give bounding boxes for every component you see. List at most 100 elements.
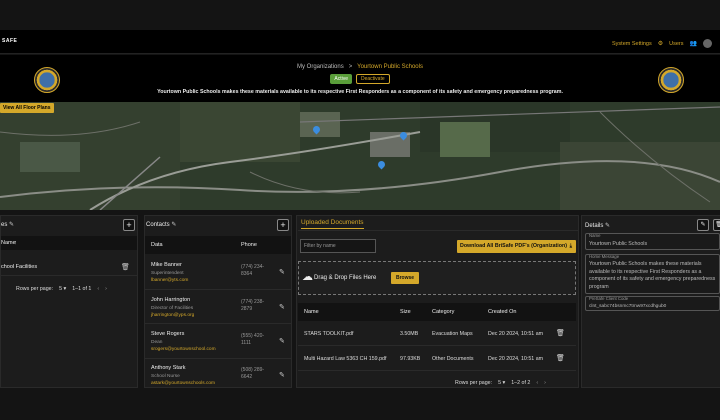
breadcrumb-separator: > bbox=[348, 64, 353, 70]
rows-per-page-label: Rows per page: bbox=[455, 380, 493, 386]
disclaimer-text: Yourtown Public Schools makes these mate… bbox=[157, 89, 563, 95]
column-size: Size bbox=[400, 309, 411, 315]
facilities-title-text: es bbox=[1, 222, 8, 228]
contact-name: Mike Banner bbox=[151, 262, 182, 268]
browse-button[interactable]: Browse bbox=[391, 272, 419, 284]
table-row[interactable]: Anthony Stark School Nurse astark@yourto… bbox=[145, 360, 291, 388]
contact-email[interactable]: lbanner@yts.com bbox=[151, 277, 188, 285]
column-phone: Phone bbox=[241, 242, 257, 248]
contact-phone: (774) 234- 8364 bbox=[241, 264, 265, 277]
system-settings-link[interactable]: System Settings bbox=[612, 41, 652, 47]
pencil-icon[interactable]: ✎ bbox=[9, 222, 14, 228]
contacts-title: Contacts ✎ bbox=[146, 221, 176, 228]
edit-details-button[interactable]: ✎ bbox=[697, 219, 709, 231]
document-category: Evacuation Maps bbox=[432, 331, 473, 337]
status-badges: Active Deactivate bbox=[0, 74, 720, 84]
next-page-button[interactable]: › bbox=[105, 286, 107, 292]
trash-icon[interactable]: 🗑 bbox=[556, 354, 565, 362]
contact-email[interactable]: jharrington@yps.org bbox=[151, 312, 194, 320]
users-icon[interactable]: 👥 bbox=[690, 40, 697, 47]
facilities-title: es ✎ bbox=[1, 221, 14, 228]
satellite-map[interactable] bbox=[0, 102, 720, 210]
brand-logo[interactable]: SAFE bbox=[2, 38, 17, 44]
rows-per-page-select[interactable]: 5 ▾ bbox=[498, 380, 505, 386]
filter-by-name-input[interactable]: Filter by name bbox=[300, 239, 376, 253]
client-code-field[interactable]: PreSafe Client Code clnt_sabc74bsnmc7tmw… bbox=[585, 296, 720, 311]
contacts-table-header: Data Phone bbox=[145, 236, 291, 254]
table-row[interactable]: chool Facilities 🗑 bbox=[1, 260, 137, 276]
home-message-label: Home Message bbox=[589, 254, 620, 259]
avatar[interactable] bbox=[703, 39, 712, 48]
column-created-on: Created On bbox=[488, 309, 517, 315]
pencil-icon[interactable]: ✎ bbox=[279, 268, 285, 276]
document-name[interactable]: Multi Hazard Law 5363 CH 159.pdf bbox=[304, 356, 386, 362]
name-field[interactable]: Name Yourtown Public Schools bbox=[585, 233, 720, 250]
document-created: Dec 20 2024, 10:51 am bbox=[488, 331, 544, 337]
documents-pagination: Rows per page: 5 ▾ 1–2 of 2 ‹ › bbox=[455, 380, 546, 386]
contact-role: School Nurse bbox=[151, 373, 180, 379]
trash-icon[interactable]: 🗑 bbox=[121, 263, 130, 271]
facilities-table-header: Name ↑ bbox=[1, 236, 137, 250]
contact-role: Superintendent bbox=[151, 270, 184, 276]
facilities-pagination: Rows per page: 5 ▾ 1–1 of 1 ‹ › bbox=[16, 286, 107, 292]
cloud-upload-icon: ☁ bbox=[302, 271, 313, 283]
details-title: Details ✎ bbox=[585, 222, 610, 229]
pencil-icon[interactable]: ✎ bbox=[279, 371, 285, 379]
top-bar: SAFE System Settings ⚙ Users 👥 bbox=[0, 30, 720, 54]
breadcrumb-root[interactable]: My Organizations bbox=[297, 64, 344, 70]
rows-per-page-label: Rows per page: bbox=[16, 286, 54, 292]
gear-icon[interactable]: ⚙ bbox=[658, 40, 663, 47]
breadcrumb: My Organizations > Yourtown Public Schoo… bbox=[0, 64, 720, 70]
home-message-field[interactable]: Home Message Yourtown Public Schools mak… bbox=[585, 254, 720, 294]
prev-page-button[interactable]: ‹ bbox=[97, 286, 99, 292]
users-link[interactable]: Users bbox=[669, 41, 683, 47]
document-name[interactable]: STARS TOOLKIT.pdf bbox=[304, 331, 353, 337]
rows-per-page-select[interactable]: 5 ▾ bbox=[59, 286, 66, 292]
document-size: 97.93KB bbox=[400, 356, 421, 362]
document-category: Other Documents bbox=[432, 356, 474, 362]
table-row[interactable]: John Harrington Director of Facilities j… bbox=[145, 291, 291, 324]
contact-email[interactable]: srogers@yourtownschool.com bbox=[151, 346, 216, 354]
documents-table-header: Name Size Category Created On bbox=[298, 303, 576, 321]
breadcrumb-current: Yourtown Public Schools bbox=[357, 64, 423, 70]
prev-page-button[interactable]: ‹ bbox=[536, 380, 538, 386]
home-message-value: Yourtown Public Schools makes these mate… bbox=[589, 261, 716, 290]
facilities-panel: es ✎ + Name ↑ chool Facilities 🗑 Rows pe… bbox=[0, 215, 138, 388]
table-row[interactable]: Mike Banner Superintendent lbanner@yts.c… bbox=[145, 256, 291, 290]
pencil-icon[interactable]: ✎ bbox=[279, 303, 285, 311]
file-drop-zone[interactable]: ☁ Drag & Drop Files Here Browse bbox=[298, 261, 576, 295]
next-page-button[interactable]: › bbox=[544, 380, 546, 386]
delete-details-button[interactable]: 🗑 bbox=[713, 219, 720, 231]
pagination-range: 1–2 of 2 bbox=[511, 380, 531, 386]
contact-phone: (508) 289- 6642 bbox=[241, 367, 265, 380]
pagination-range: 1–1 of 1 bbox=[72, 286, 92, 292]
table-row[interactable]: STARS TOOLKIT.pdf 3.50MB Evacuation Maps… bbox=[298, 322, 576, 346]
add-facility-button[interactable]: + bbox=[123, 219, 135, 231]
download-all-button[interactable]: Download All BriSafe PDF's (Organization… bbox=[457, 240, 576, 253]
view-floor-plans-button[interactable]: View All Floor Plans bbox=[0, 103, 54, 113]
table-row[interactable]: Steve Rogers Dean srogers@yourtownschool… bbox=[145, 325, 291, 359]
pencil-icon[interactable]: ✎ bbox=[605, 223, 610, 229]
client-code-value: clnt_sabc74bsnmc7tmw97xcdhgub0 bbox=[589, 304, 667, 309]
deactivate-button[interactable]: Deactivate bbox=[356, 74, 390, 84]
contact-role: Dean bbox=[151, 339, 163, 345]
table-row[interactable]: Multi Hazard Law 5363 CH 159.pdf 97.93KB… bbox=[298, 347, 576, 371]
download-icon: ⤓ bbox=[569, 243, 572, 249]
map-imagery bbox=[0, 102, 720, 210]
sort-arrow-icon[interactable]: ↑ bbox=[14, 240, 17, 246]
name-field-label: Name bbox=[589, 233, 601, 238]
facility-name[interactable]: chool Facilities bbox=[1, 264, 37, 270]
tab-uploaded-documents[interactable]: Uploaded Documents bbox=[301, 219, 364, 229]
add-contact-button[interactable]: + bbox=[277, 219, 289, 231]
name-field-value: Yourtown Public Schools bbox=[589, 241, 648, 247]
pencil-icon[interactable]: ✎ bbox=[171, 222, 176, 228]
documents-tabs: Uploaded Documents bbox=[298, 215, 578, 231]
trash-icon[interactable]: 🗑 bbox=[556, 329, 565, 337]
contact-name: Anthony Stark bbox=[151, 365, 186, 371]
contact-email[interactable]: astark@yourtownschools.com bbox=[151, 380, 215, 388]
pencil-icon[interactable]: ✎ bbox=[279, 337, 285, 345]
download-all-label: Download All BriSafe PDF's (Organization… bbox=[460, 243, 568, 249]
contact-name: John Harrington bbox=[151, 297, 191, 303]
status-badge: Active bbox=[330, 74, 352, 84]
column-category: Category bbox=[432, 309, 455, 315]
